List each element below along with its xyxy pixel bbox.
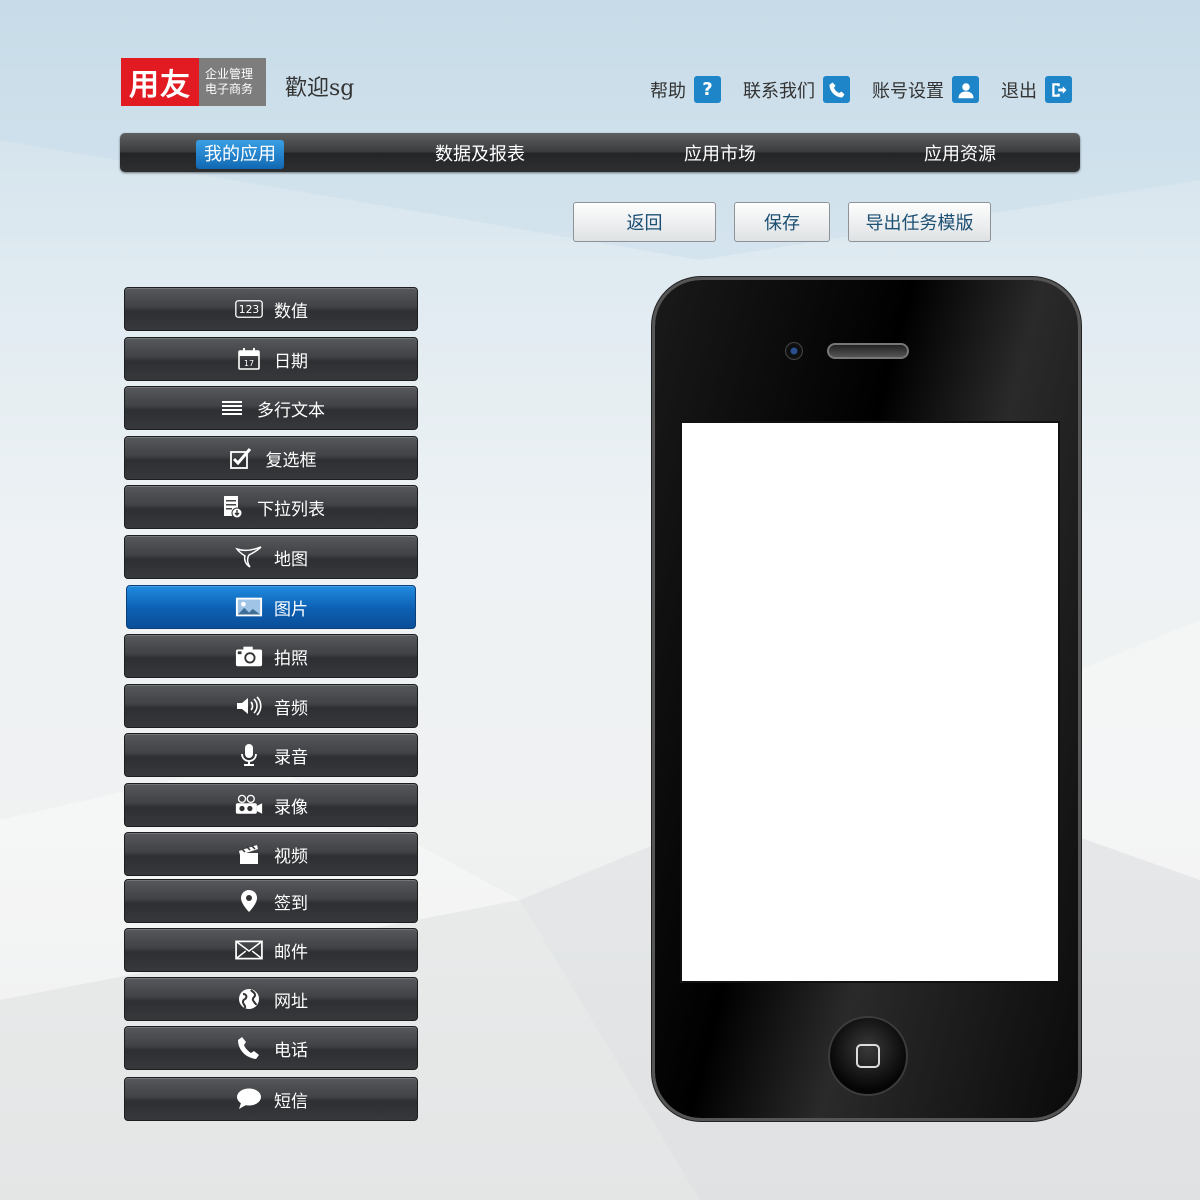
image-icon [234, 594, 264, 620]
widget-label: 地图 [274, 549, 308, 570]
widget-check-in[interactable]: 签到 [124, 879, 418, 923]
logout-link[interactable]: 退出 [1001, 76, 1072, 103]
logout-label: 退出 [1001, 80, 1037, 102]
phone-icon [823, 76, 850, 103]
widget-video-record[interactable]: 录像 [124, 783, 418, 827]
widget-label: 签到 [274, 893, 308, 914]
widget-checkbox[interactable]: 复选框 [124, 436, 418, 480]
widget-label: 日期 [274, 351, 308, 372]
help-label: 帮助 [650, 80, 686, 102]
account-settings-label: 账号设置 [872, 80, 944, 102]
logo-subtitle-line1: 企业管理 [205, 67, 254, 81]
widget-label: 邮件 [274, 942, 308, 963]
widget-email[interactable]: 邮件 [124, 928, 418, 972]
speech-bubble-icon [234, 1086, 264, 1112]
widget-voice-record[interactable]: 录音 [124, 733, 418, 777]
nav-app-market[interactable]: 应用市场 [600, 140, 840, 166]
widget-sms[interactable]: 短信 [124, 1077, 418, 1121]
microphone-icon [234, 742, 264, 768]
help-link[interactable]: 帮助 ? [650, 76, 721, 103]
widget-label: 录音 [274, 747, 308, 768]
globe-icon [234, 986, 264, 1012]
nav-my-apps-label: 我的应用 [196, 139, 284, 169]
multiline-text-icon [217, 395, 247, 421]
widget-map[interactable]: 地图 [124, 535, 418, 579]
phone-camera [785, 342, 803, 360]
camera-icon [234, 643, 264, 669]
widget-number[interactable]: 123 数值 [124, 287, 418, 331]
brand-logo[interactable]: 用友 企业管理 电子商务 [121, 58, 266, 106]
widget-url[interactable]: 网址 [124, 977, 418, 1021]
widget-label: 数值 [274, 301, 308, 322]
widget-phone[interactable]: 电话 [124, 1026, 418, 1070]
nav-data-reports-label: 数据及报表 [435, 143, 525, 165]
save-button[interactable]: 保存 [734, 202, 830, 242]
widget-video[interactable]: 视频 [124, 832, 418, 876]
widget-label: 多行文本 [257, 400, 325, 421]
export-template-button[interactable]: 导出任务模版 [848, 202, 991, 242]
nav-app-resources[interactable]: 应用资源 [840, 140, 1080, 166]
nav-app-market-label: 应用市场 [684, 143, 756, 165]
widget-label: 图片 [274, 599, 308, 620]
phone-speaker [827, 343, 909, 359]
calendar-icon: 17 [234, 346, 264, 372]
top-links: 帮助 ? 联系我们 账号设置 退出 [650, 76, 1072, 103]
widget-label: 录像 [274, 797, 308, 818]
contact-label: 联系我们 [743, 80, 815, 102]
nav-app-resources-label: 应用资源 [924, 143, 996, 165]
speaker-icon [234, 693, 264, 719]
mail-icon [234, 937, 264, 963]
widget-audio[interactable]: 音频 [124, 684, 418, 728]
calendar-day-text: 17 [244, 359, 254, 368]
dropdown-list-icon [217, 494, 247, 520]
widget-label: 短信 [274, 1091, 308, 1112]
question-icon: ? [694, 76, 721, 103]
widget-label: 网址 [274, 991, 308, 1012]
video-camera-icon [234, 792, 264, 818]
action-buttons: 返回 保存 导出任务模版 [573, 202, 991, 242]
contact-link[interactable]: 联系我们 [743, 76, 850, 103]
map-icon [234, 544, 264, 570]
phone-home-button [828, 1016, 908, 1096]
widget-label: 拍照 [274, 648, 308, 669]
number-icon: 123 [234, 296, 264, 322]
main-nav: 我的应用 数据及报表 应用市场 应用资源 [120, 133, 1080, 172]
clapperboard-icon [234, 841, 264, 867]
widget-label: 音频 [274, 698, 308, 719]
number-icon-text: 123 [239, 303, 259, 316]
home-square-icon [856, 1044, 880, 1068]
checkbox-icon [226, 445, 256, 471]
widget-label: 电话 [274, 1040, 308, 1061]
account-settings-link[interactable]: 账号设置 [872, 76, 979, 103]
widget-label: 视频 [274, 846, 308, 867]
widget-dropdown-list[interactable]: 下拉列表 [124, 485, 418, 529]
widget-date[interactable]: 17 日期 [124, 337, 418, 381]
user-icon [952, 76, 979, 103]
logo-mark: 用友 [121, 58, 199, 106]
widget-label: 复选框 [265, 450, 317, 471]
nav-data-reports[interactable]: 数据及报表 [360, 140, 600, 166]
exit-icon [1045, 76, 1072, 103]
phone-preview [652, 280, 1078, 1118]
phone-handset-icon [234, 1035, 264, 1061]
logo-subtitle-line2: 电子商务 [205, 82, 254, 96]
back-button[interactable]: 返回 [573, 202, 716, 242]
widget-image[interactable]: 图片 [126, 585, 416, 629]
widget-take-photo[interactable]: 拍照 [124, 634, 418, 678]
widget-multiline-text[interactable]: 多行文本 [124, 386, 418, 430]
location-pin-icon [234, 888, 264, 914]
widget-label: 下拉列表 [257, 499, 325, 520]
phone-screen-canvas[interactable] [680, 421, 1060, 983]
logo-subtitle: 企业管理 电子商务 [199, 58, 266, 106]
nav-my-apps[interactable]: 我的应用 [120, 139, 360, 169]
welcome-text: 歡迎sg [285, 76, 355, 101]
